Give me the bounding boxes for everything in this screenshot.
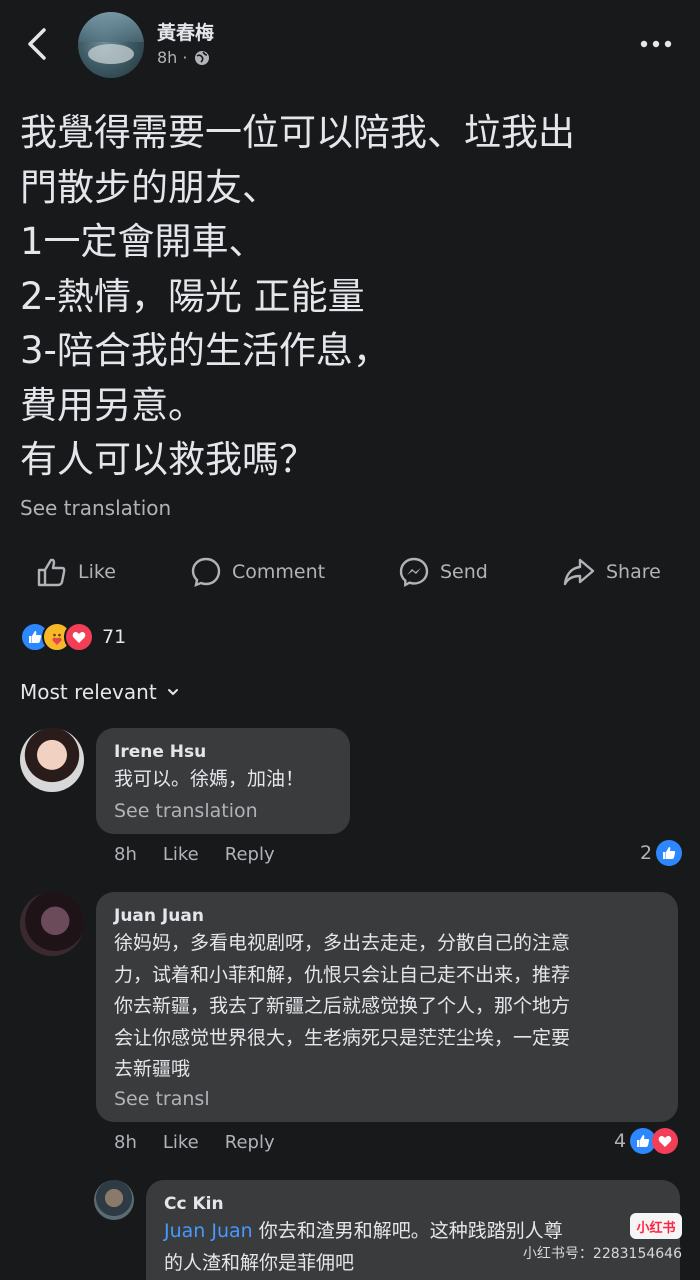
post-timestamp: 8h · <box>157 48 210 67</box>
count-text: 4 <box>614 1130 627 1152</box>
comment-line: 你去和渣男和解吧。这种践踏别人尊 <box>252 1220 563 1242</box>
comment-line: 去新疆哦 <box>114 1058 191 1080</box>
sort-label: Most relevant <box>20 680 157 704</box>
poster-avatar[interactable] <box>78 12 144 78</box>
comment-reply-button[interactable]: Reply <box>225 1132 275 1153</box>
like-label: Like <box>78 561 116 583</box>
globe-icon <box>194 50 210 66</box>
post-line: 我覺得需要一位可以陪我、垃我出 <box>20 111 575 154</box>
comment-bubble-icon <box>190 556 222 588</box>
see-translation-link[interactable]: See translation <box>20 496 171 520</box>
comment-reply-button[interactable]: Reply <box>225 844 275 865</box>
post-line: 1一定會開車、 <box>20 220 266 263</box>
poster-name[interactable]: 黃春梅 <box>157 18 214 45</box>
comment-meta: 8h Like Reply <box>114 1132 275 1153</box>
share-arrow-icon <box>562 556 596 588</box>
love-reaction-icon <box>64 622 94 652</box>
comment-line: 徐妈妈，多看电视剧呀，多出去走走，分散自己的注意 <box>114 932 571 954</box>
post-line: 費用另意。 <box>20 383 205 427</box>
comment-like-button[interactable]: Like <box>163 1132 199 1153</box>
commenter-name[interactable]: Juan Juan <box>114 906 204 926</box>
post-line: 有人可以救我嗎？ <box>20 438 316 481</box>
comment-text: 我可以。徐媽，加油！ <box>114 768 305 790</box>
post-text: 我覺得需要一位可以陪我、垃我出 門散步的朋友、 1一定會開車、 2-熱情，陽光 … <box>20 106 680 488</box>
comment-label: Comment <box>232 561 326 583</box>
share-button[interactable]: Share <box>562 556 661 588</box>
commenter-avatar[interactable] <box>20 728 84 792</box>
comment-reaction-count[interactable]: 4 <box>614 1128 679 1154</box>
post-time: 8h · <box>157 48 188 67</box>
commenter-avatar[interactable] <box>20 892 84 956</box>
comment-line: 会让你感觉世界很大，生老病死只是茫茫尘埃，一定要 <box>114 1026 571 1049</box>
post-line: 門散步的朋友、 <box>20 165 279 209</box>
xiaohongshu-watermark: 小红书 小红书号：2283154646 <box>520 1213 690 1271</box>
send-button[interactable]: Send <box>398 556 488 588</box>
comment-like-button[interactable]: Like <box>163 844 199 865</box>
comment-reaction-count[interactable]: 2 <box>640 840 683 866</box>
commenter-name[interactable]: Irene Hsu <box>114 742 206 762</box>
comment-line: 力，试着和小菲和解，仇恨只会让自己走不出来，推荐 <box>114 963 571 986</box>
reactions-summary[interactable]: 71 <box>20 622 126 652</box>
comment-button[interactable]: Comment <box>190 556 325 588</box>
comment-line: 的人渣和解你是菲佣吧 <box>164 1251 355 1274</box>
comment-bubble: Juan Juan 徐妈妈，多看电视剧呀，多出去走走，分散自己的注意 力，试着和… <box>96 892 678 1122</box>
reaction-count: 71 <box>102 626 127 648</box>
comment-time: 8h <box>114 1132 137 1153</box>
count-text: 2 <box>640 842 653 864</box>
comment-meta: 8h Like Reply <box>114 844 275 865</box>
post-line: 3-陪合我的生活作息， <box>20 329 390 372</box>
watermark-logo: 小红书 <box>630 1213 682 1239</box>
like-reaction-icon <box>656 840 683 866</box>
mention-link[interactable]: Juan Juan <box>164 1220 253 1242</box>
comment-sort-dropdown[interactable]: Most relevant <box>20 680 179 704</box>
like-thumb-icon <box>36 556 68 588</box>
see-translation-link[interactable]: See transl <box>114 1088 210 1110</box>
comment-line: 你去新疆，我去了新疆之后就感觉换了个人，那个地方 <box>114 995 571 1017</box>
back-arrow-icon[interactable] <box>22 26 56 62</box>
like-button[interactable]: Like <box>36 556 116 588</box>
share-label: Share <box>606 561 661 583</box>
commenter-name[interactable]: Cc Kin <box>164 1194 224 1214</box>
see-translation-link[interactable]: See translation <box>114 800 258 822</box>
post-line: 2-熱情，陽光 正能量 <box>20 274 365 318</box>
commenter-avatar[interactable] <box>94 1180 134 1220</box>
love-reaction-icon <box>652 1128 679 1154</box>
comment-time: 8h <box>114 844 137 865</box>
comment-text: 徐妈妈，多看电视剧呀，多出去走走，分散自己的注意 力，试着和小菲和解，仇恨只会让… <box>114 928 570 1086</box>
comment-text: Juan Juan 你去和渣男和解吧。这种践踏别人尊 的人渣和解你是菲佣吧 <box>164 1216 563 1279</box>
more-dots-icon[interactable] <box>636 34 676 54</box>
chevron-down-icon <box>167 687 179 697</box>
comment-bubble: Irene Hsu 我可以。徐媽，加油！ See translation <box>96 728 350 834</box>
messenger-send-icon <box>398 556 430 588</box>
send-label: Send <box>440 561 488 583</box>
watermark-id: 小红书号：2283154646 <box>522 1246 682 1262</box>
